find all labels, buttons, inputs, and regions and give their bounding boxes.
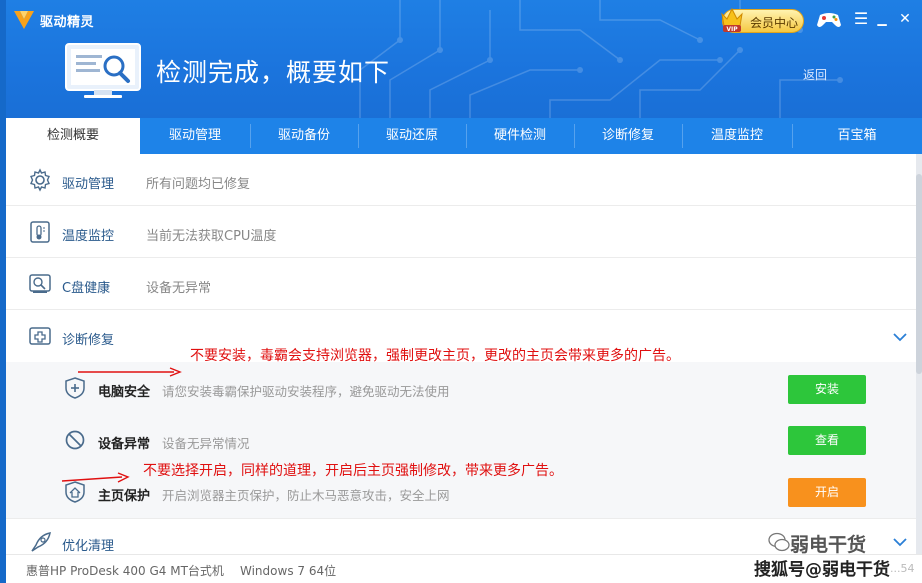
diag-item-title: 主页保护 xyxy=(98,489,151,504)
row-title: 优化清理 xyxy=(62,539,115,554)
tab-diagnosis-repair[interactable]: 诊断修复 xyxy=(574,118,682,154)
monitor-scan-icon xyxy=(65,43,141,98)
diag-item-desc: 开启浏览器主页保护，防止木马恶意攻击，安全上网 xyxy=(162,488,450,503)
ban-icon xyxy=(65,430,85,450)
vip-center-label: 会员中心 xyxy=(750,16,799,30)
diag-item-title: 设备异常 xyxy=(98,437,151,452)
menu-button[interactable]: ☰ xyxy=(853,10,869,28)
row-title: C盘健康 xyxy=(62,281,111,296)
diag-item-desc: 请您安装毒霸保护驱动安装程序，避免驱动无法使用 xyxy=(162,384,450,399)
enable-button[interactable]: 开启 xyxy=(788,478,866,507)
chevron-down-icon[interactable] xyxy=(893,537,907,547)
diag-item-device-error: 设备异常 设备无异常情况 查看 xyxy=(6,414,916,466)
annotation-install-warning: 不要安装，毒霸会支持浏览器，强制更改主页，更改的主页会带来更多的广告。 xyxy=(190,348,680,364)
annotation-arrow-icon xyxy=(61,472,130,483)
install-button[interactable]: 安装 xyxy=(788,375,866,404)
disk-icon xyxy=(29,274,51,293)
tab-driver-management[interactable]: 驱动管理 xyxy=(140,118,250,154)
tab-temperature[interactable]: 温度监控 xyxy=(682,118,792,154)
gamepad-icon[interactable] xyxy=(816,9,842,31)
close-button[interactable]: ✕ xyxy=(897,10,913,28)
tab-overview[interactable]: 检测概要 xyxy=(6,118,140,154)
back-link[interactable]: 返回 xyxy=(803,66,827,83)
tab-hardware-detection[interactable]: 硬件检测 xyxy=(466,118,574,154)
scrollbar-thumb[interactable] xyxy=(916,174,922,374)
summary-row-driver[interactable]: 驱动管理 所有问题均已修复 xyxy=(6,154,916,206)
row-desc: 当前无法获取CPU温度 xyxy=(146,229,277,244)
left-border xyxy=(0,0,6,583)
shield-plus-icon xyxy=(65,377,85,399)
gear-icon xyxy=(30,168,50,192)
thermometer-icon xyxy=(30,221,50,243)
diag-item-title: 电脑安全 xyxy=(98,385,151,400)
os-version: Windows 7 64位 xyxy=(240,564,337,578)
diag-item-desc: 设备无异常情况 xyxy=(162,436,250,451)
row-title: 诊断修复 xyxy=(62,333,115,348)
vip-crown-icon: VIP xyxy=(721,7,743,33)
view-button[interactable]: 查看 xyxy=(788,426,866,455)
tab-driver-backup[interactable]: 驱动备份 xyxy=(250,118,358,154)
annotation-enable-warning: 不要选择开启，同样的道理，开启后主页强制修改，带来更多广告。 xyxy=(143,463,563,479)
minimize-button[interactable]: ▁ xyxy=(874,10,890,28)
tab-driver-restore[interactable]: 驱动还原 xyxy=(358,118,466,154)
vip-badge-text: VIP xyxy=(726,26,738,33)
medical-cross-icon xyxy=(29,327,51,345)
summary-row-temperature[interactable]: 温度监控 当前无法获取CPU温度 xyxy=(6,206,916,258)
page-title: 检测完成，概要如下 xyxy=(156,58,391,87)
header: 驱动精灵 VIP 会员中心 ☰ ▁ ✕ 检测完成，概要如下 返回 xyxy=(0,0,922,118)
vip-center-button[interactable]: VIP 会员中心 xyxy=(721,7,804,33)
rocket-icon xyxy=(31,532,51,552)
watermark-platform: 搜狐号@弱电干货 xyxy=(754,555,890,580)
app-title: 驱动精灵 xyxy=(40,15,95,30)
watermark-account: 弱电干货 xyxy=(790,534,867,556)
tab-toolbox[interactable]: 百宝箱 xyxy=(792,118,922,154)
app-version: ...54 xyxy=(890,562,915,575)
row-title: 温度监控 xyxy=(62,229,115,244)
scrollbar[interactable] xyxy=(916,154,922,554)
pc-model: 惠普HP ProDesk 400 G4 MT台式机 xyxy=(26,564,224,578)
row-desc: 所有问题均已修复 xyxy=(146,177,251,192)
summary-row-disk[interactable]: C盘健康 设备无异常 xyxy=(6,258,916,310)
annotation-arrow-icon xyxy=(78,367,182,377)
row-title: 驱动管理 xyxy=(62,177,115,192)
driver-genius-window: 驱动精灵 VIP 会员中心 ☰ ▁ ✕ 检测完成，概要如下 返回 检测概要 驱动… xyxy=(0,0,922,583)
chevron-down-icon[interactable] xyxy=(893,332,907,342)
wechat-logo-icon xyxy=(768,532,790,552)
app-logo-icon xyxy=(14,11,34,29)
row-desc: 设备无异常 xyxy=(146,281,212,296)
